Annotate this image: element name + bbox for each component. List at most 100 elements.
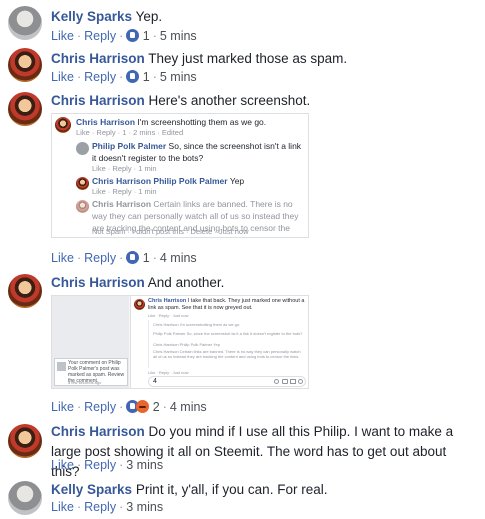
separator: ·	[119, 458, 124, 472]
avatar[interactable]	[8, 274, 42, 308]
screenshot-attachment-2[interactable]: Your comment on Philip Polk Palmer's pos…	[51, 295, 309, 389]
mention: Philip Polk Palmer	[153, 176, 228, 186]
avatar[interactable]	[8, 6, 42, 40]
comment-actions: Like · Reply · 1 min	[92, 164, 157, 173]
comment-author[interactable]: Kelly Sparks	[51, 482, 132, 497]
comment-actions: Like · Reply · 1 min	[92, 187, 157, 196]
avatar[interactable]	[8, 48, 42, 82]
like-button[interactable]: Like	[51, 29, 74, 43]
comment-actions: Like · Reply · 1 · 4 mins	[51, 250, 197, 266]
timestamp[interactable]: 4 mins	[170, 400, 207, 414]
reaction-count[interactable]: 1	[143, 251, 150, 265]
notice-icon	[57, 362, 66, 371]
comment-actions: Like · Reply · Just now	[148, 313, 189, 318]
reply-button[interactable]: Reply	[84, 251, 116, 265]
avatar	[76, 200, 89, 213]
reply-button[interactable]: Reply	[84, 29, 116, 43]
separator: ·	[152, 29, 157, 43]
like-reaction-icon[interactable]	[126, 251, 140, 264]
camera-icon	[282, 379, 288, 384]
comment-text: Print it, y'all, if you can. For real.	[135, 482, 328, 497]
comment-text: And another.	[147, 275, 225, 290]
sticker-icon	[298, 379, 303, 384]
avatar	[76, 142, 89, 155]
comment-author[interactable]: Chris Harrison	[51, 51, 145, 66]
angry-reaction-icon[interactable]	[136, 400, 150, 413]
comment-author: Chris Harrison	[92, 176, 152, 186]
nested-comment: Philip Polk Palmer So, since the screens…	[153, 331, 303, 336]
timestamp[interactable]: 3 mins	[126, 500, 163, 514]
comment-actions: Like · Reply · 1 · 5 mins	[51, 28, 197, 44]
screenshot-attachment-1[interactable]: Chris Harrison I'm screenshotting them a…	[51, 113, 309, 238]
comment-author[interactable]: Chris Harrison	[51, 275, 145, 290]
avatar	[76, 177, 89, 190]
separator: ·	[76, 500, 82, 514]
avatar	[55, 117, 71, 133]
nested-comment: Chris Harrison Certain links are banned.…	[153, 349, 301, 359]
nested-comment: Chris Harrison Philip Polk Palmer Yep	[153, 342, 220, 347]
reaction-count[interactable]: 1	[143, 29, 150, 43]
separator: ·	[119, 400, 124, 414]
spam-notice: Your comment on Philip Polk Palmer's pos…	[54, 358, 128, 386]
notice-time: a few seconds ago	[68, 380, 102, 385]
separator: ·	[119, 70, 124, 84]
comment-actions: Like · Reply · 1 · 5 mins	[51, 69, 197, 85]
comment-actions: Like · Reply · Just now	[148, 370, 189, 375]
avatar[interactable]	[8, 424, 42, 458]
separator: ·	[119, 500, 124, 514]
reaction-count[interactable]: 1	[143, 70, 150, 84]
separator: ·	[119, 29, 124, 43]
nested-thread: Chris Harrison I'm screenshotting them a…	[148, 320, 306, 368]
like-button[interactable]: Like	[51, 500, 74, 514]
comment-text: Yep	[229, 176, 245, 186]
comment-author: Chris Harrison	[148, 298, 187, 304]
emoji-icon	[274, 379, 279, 384]
reply-button[interactable]: Reply	[84, 500, 116, 514]
comment-author[interactable]: Chris Harrison	[51, 93, 145, 108]
comment-author: Philip Polk Palmer	[92, 141, 167, 151]
timestamp[interactable]: 5 mins	[160, 29, 197, 43]
separator: ·	[76, 70, 82, 84]
separator: ·	[76, 251, 82, 265]
separator: ·	[152, 70, 157, 84]
like-button[interactable]: Like	[51, 70, 74, 84]
gif-icon	[290, 379, 296, 384]
comment-actions: Like · Reply · 3 mins	[51, 457, 163, 473]
timestamp[interactable]: 3 mins	[126, 458, 163, 472]
comment-author: Chris Harrison	[76, 117, 136, 127]
comment-actions: Like · Reply · 2 · 4 mins	[51, 399, 207, 415]
reply-input: 4	[148, 376, 306, 387]
separator: ·	[152, 251, 157, 265]
avatar[interactable]	[8, 481, 42, 515]
comment-text: Here's another screenshot.	[148, 93, 311, 108]
comment-author[interactable]: Kelly Sparks	[51, 9, 132, 24]
timestamp[interactable]: 4 mins	[160, 251, 197, 265]
comment-author: Chris Harrison	[92, 199, 152, 209]
separator: ·	[162, 400, 167, 414]
separator: ·	[76, 400, 82, 414]
comment-actions: Like · Reply · 1 · 2 mins · Edited	[76, 128, 184, 137]
reply-input-value: 4	[153, 378, 157, 385]
comment-text: I'm screenshotting them as we go.	[137, 117, 267, 127]
reply-button[interactable]: Reply	[84, 400, 116, 414]
reply-button[interactable]: Reply	[84, 70, 116, 84]
comment-text: They just marked those as spam.	[148, 51, 348, 66]
separator: ·	[76, 458, 82, 472]
avatar	[134, 299, 145, 310]
comment-actions: Not Spam · I didn't post this · Delete ·…	[92, 227, 249, 236]
avatar[interactable]	[8, 92, 42, 126]
timestamp[interactable]: 5 mins	[160, 70, 197, 84]
separator: ·	[76, 29, 82, 43]
nested-comment: Chris Harrison I'm screenshotting them a…	[153, 322, 241, 327]
like-button[interactable]: Like	[51, 251, 74, 265]
reply-button[interactable]: Reply	[84, 458, 116, 472]
reaction-count[interactable]: 2	[153, 400, 160, 414]
like-button[interactable]: Like	[51, 458, 74, 472]
comment-author[interactable]: Chris Harrison	[51, 424, 145, 439]
like-button[interactable]: Like	[51, 400, 74, 414]
like-reaction-icon[interactable]	[126, 70, 140, 83]
comment-panel: Chris Harrison I take that back. They ju…	[130, 296, 308, 388]
like-reaction-icon[interactable]	[126, 29, 140, 42]
comment-actions: Like · Reply · 3 mins	[51, 499, 163, 515]
comment-text: Yep.	[135, 9, 163, 24]
